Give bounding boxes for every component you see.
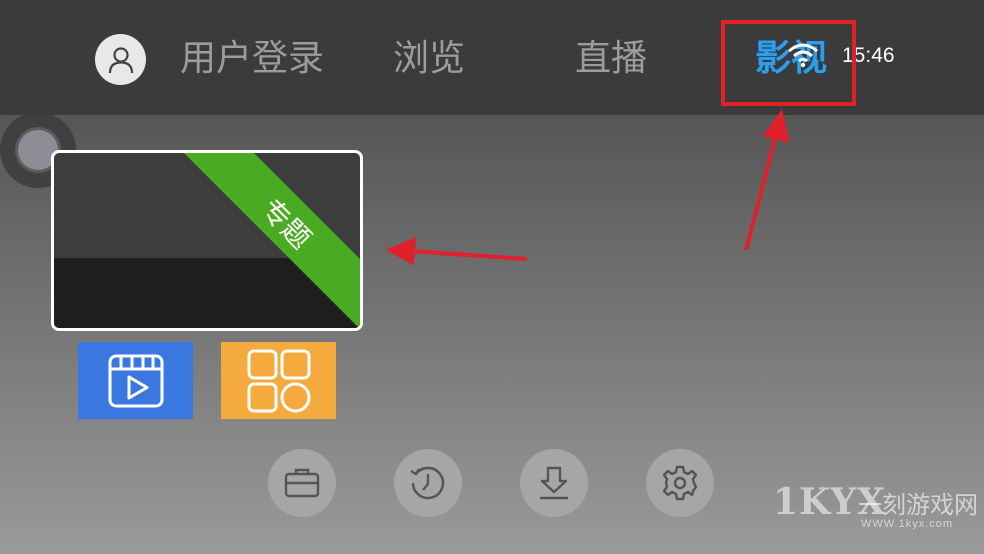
watermark-site-name: 一刻游戏网 [858, 491, 978, 519]
annotation-arrows [385, 109, 790, 266]
watermark-url: WWW.1kyx.com [861, 518, 954, 530]
